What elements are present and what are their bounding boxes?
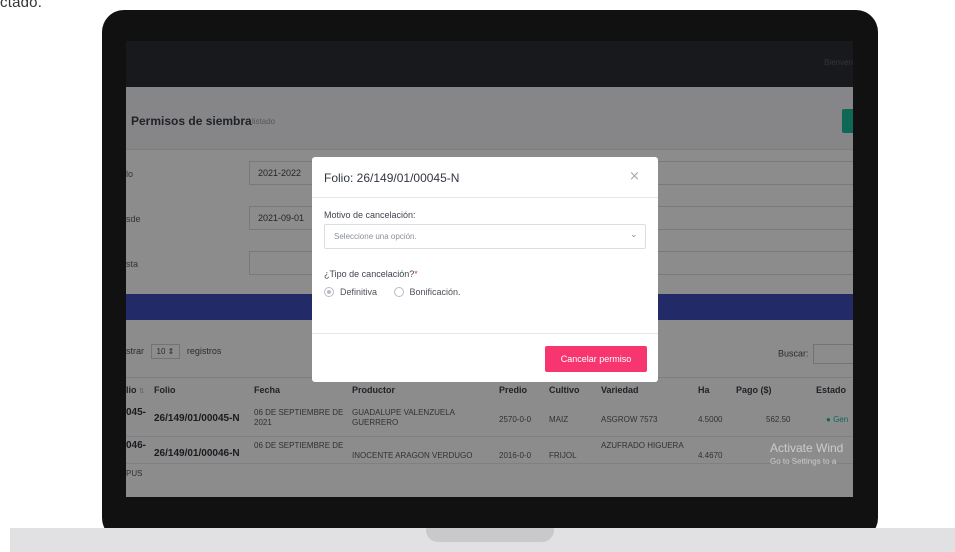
reason-select[interactable]: Seleccione una opción. ⌄	[324, 224, 646, 249]
caption-text: ctado.	[0, 0, 43, 11]
activation-watermark: Activate Wind Go to Settings to a	[770, 441, 843, 466]
cancel-type-options: Definitiva Bonificación.	[324, 286, 475, 297]
laptop-notch	[426, 528, 554, 542]
reason-select-value: Seleccione una opción.	[334, 232, 417, 241]
dialog-footer: Cancelar permiso	[312, 333, 658, 383]
chevron-down-icon: ⌄	[630, 230, 638, 240]
reason-label: Motivo de cancelación:	[324, 210, 416, 220]
app-screen: Bienven Permisos de siembra listado lo 2…	[126, 41, 853, 497]
radio-bonificacion-label[interactable]: Bonificación.	[410, 287, 461, 297]
watermark-line2: Go to Settings to a	[770, 457, 837, 466]
required-mark: *	[414, 269, 418, 279]
cancel-type-label: ¿Tipo de cancelación?*	[324, 269, 418, 279]
close-icon[interactable]: ×	[629, 169, 640, 184]
radio-bonificacion[interactable]	[393, 286, 404, 297]
watermark-line1: Activate Wind	[770, 441, 844, 455]
dialog-header: Folio: 26/149/01/00045-N ×	[312, 157, 658, 198]
dialog-title: Folio: 26/149/01/00045-N	[324, 171, 460, 185]
cancel-permit-dialog: Folio: 26/149/01/00045-N × Motivo de can…	[312, 157, 658, 382]
radio-definitiva[interactable]	[324, 286, 334, 297]
radio-definitiva-label[interactable]: Definitiva	[340, 287, 377, 297]
cancel-permit-button[interactable]: Cancelar permiso	[545, 346, 647, 372]
